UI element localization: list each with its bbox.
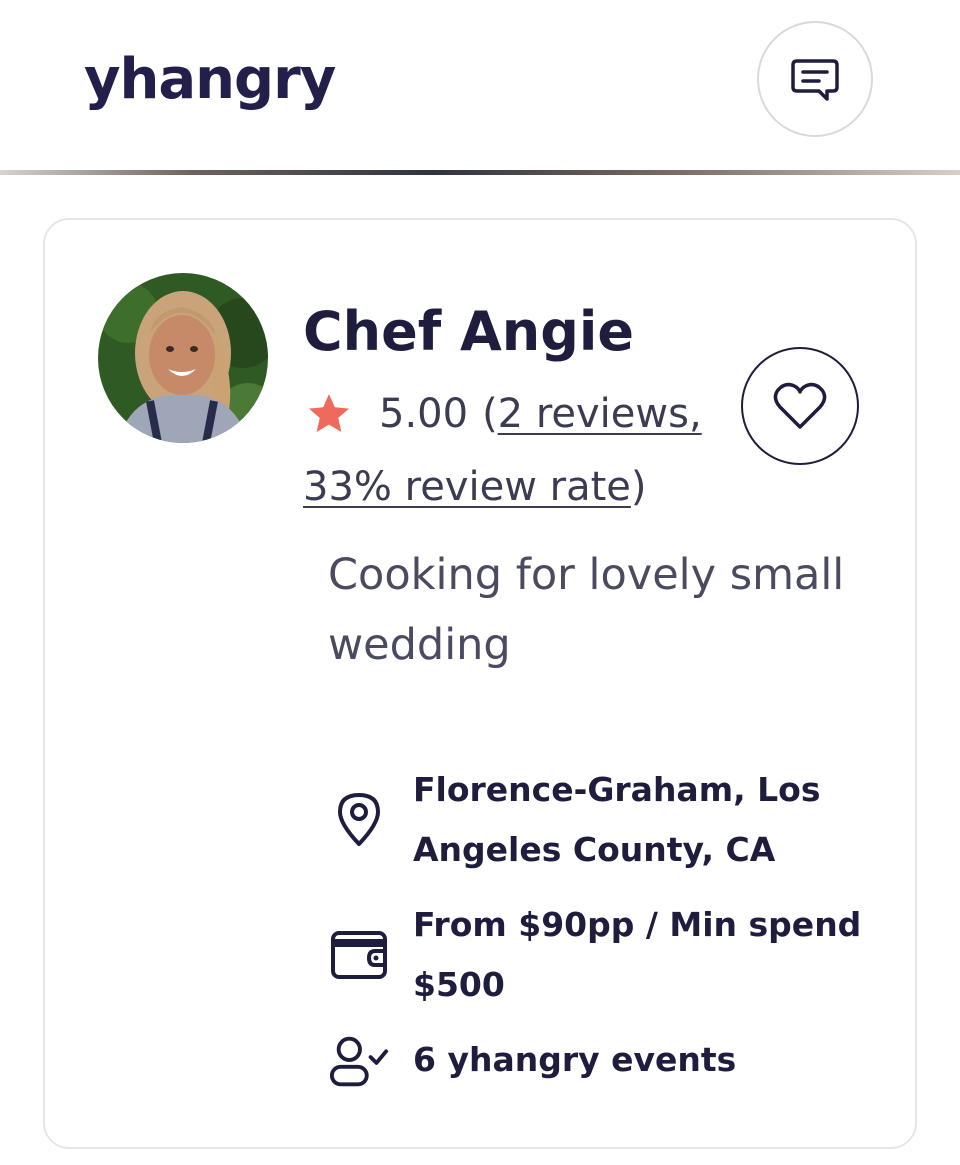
rating-summary: 5.00 ( 2 reviews, [305, 386, 702, 442]
chef-avatar[interactable] [98, 273, 268, 443]
location-text: Florence-Graham, Los Angeles County, CA [413, 770, 821, 869]
reviews-link[interactable]: 2 reviews, [498, 386, 702, 442]
chef-name: Chef Angie [303, 300, 635, 363]
user-check-icon [328, 1030, 390, 1092]
cover-image-edge [0, 170, 960, 175]
chat-button[interactable] [757, 21, 873, 137]
top-header: yhangry [0, 0, 960, 172]
rating-value: 5.00 [379, 391, 469, 437]
chat-icon [791, 59, 839, 101]
heart-icon [773, 382, 827, 429]
star-icon [309, 394, 349, 432]
yhangry-logo[interactable]: yhangry [84, 40, 336, 120]
review-rate-link[interactable]: 33% review rate [303, 464, 631, 510]
review-rate-line: 33% review rate) [303, 459, 646, 515]
location-pin-icon [328, 788, 390, 850]
open-paren: ( [482, 391, 498, 437]
wallet-icon [328, 923, 390, 985]
price-text: From $90pp / Min spend $500 [413, 905, 862, 1004]
chef-tagline: Cooking for lovely small wedding [328, 550, 845, 670]
close-paren: ) [630, 464, 647, 510]
events-text: 6 yhangry events [413, 1040, 737, 1079]
favorite-button[interactable] [741, 347, 859, 465]
